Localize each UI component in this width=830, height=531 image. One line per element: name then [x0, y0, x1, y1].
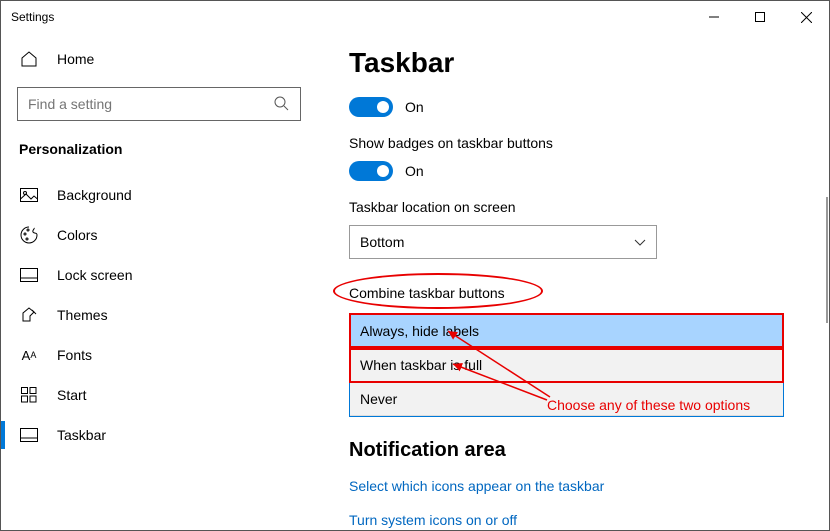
annotation-text: Choose any of these two options: [547, 397, 750, 413]
notification-heading: Notification area: [349, 439, 829, 462]
sidebar: Home Personalization Background Colors L…: [1, 33, 317, 530]
fonts-icon: AA: [19, 345, 39, 365]
page-title: Taskbar: [349, 47, 829, 79]
sidebar-item-label: Lock screen: [57, 267, 132, 283]
toggle-badges[interactable]: [349, 161, 393, 181]
sidebar-home[interactable]: Home: [1, 39, 317, 79]
sidebar-item-background[interactable]: Background: [1, 175, 317, 215]
toggle-badges-state: On: [405, 163, 424, 179]
titlebar: Settings: [1, 1, 829, 33]
home-icon: [19, 49, 39, 69]
minimize-button[interactable]: [691, 1, 737, 33]
link-select-icons[interactable]: Select which icons appear on the taskbar: [349, 478, 829, 494]
sidebar-item-label: Fonts: [57, 347, 92, 363]
sidebar-home-label: Home: [57, 51, 94, 67]
palette-icon: [19, 225, 39, 245]
link-system-icons[interactable]: Turn system icons on or off: [349, 512, 829, 528]
combine-label: Combine taskbar buttons: [349, 285, 829, 301]
search-input[interactable]: [17, 87, 301, 121]
window-title: Settings: [11, 10, 54, 24]
search-field[interactable]: [28, 96, 274, 112]
toggle-1-state: On: [405, 99, 424, 115]
sidebar-item-label: Colors: [57, 227, 97, 243]
chevron-down-icon: [634, 234, 646, 250]
location-dropdown[interactable]: Bottom: [349, 225, 657, 259]
badges-label: Show badges on taskbar buttons: [349, 135, 829, 151]
lockscreen-icon: [19, 265, 39, 285]
toggle-1[interactable]: [349, 97, 393, 117]
sidebar-item-colors[interactable]: Colors: [1, 215, 317, 255]
themes-icon: [19, 305, 39, 325]
sidebar-section-label: Personalization: [1, 135, 317, 175]
sidebar-item-taskbar[interactable]: Taskbar: [1, 415, 317, 455]
sidebar-item-themes[interactable]: Themes: [1, 295, 317, 335]
scrollbar-thumb[interactable]: [826, 197, 828, 323]
sidebar-item-label: Start: [57, 387, 87, 403]
main-panel: Taskbar On Show badges on taskbar button…: [317, 33, 829, 530]
search-icon: [274, 96, 290, 112]
maximize-button[interactable]: [737, 1, 783, 33]
sidebar-item-label: Themes: [57, 307, 108, 323]
sidebar-item-label: Background: [57, 187, 132, 203]
start-icon: [19, 385, 39, 405]
taskbar-icon: [19, 425, 39, 445]
combine-option-0[interactable]: Always, hide labels: [350, 314, 783, 348]
location-label: Taskbar location on screen: [349, 199, 829, 215]
close-button[interactable]: [783, 1, 829, 33]
sidebar-item-lockscreen[interactable]: Lock screen: [1, 255, 317, 295]
location-value: Bottom: [360, 234, 404, 250]
picture-icon: [19, 185, 39, 205]
combine-option-1[interactable]: When taskbar is full: [350, 348, 783, 382]
sidebar-item-label: Taskbar: [57, 427, 106, 443]
sidebar-item-fonts[interactable]: AA Fonts: [1, 335, 317, 375]
sidebar-item-start[interactable]: Start: [1, 375, 317, 415]
